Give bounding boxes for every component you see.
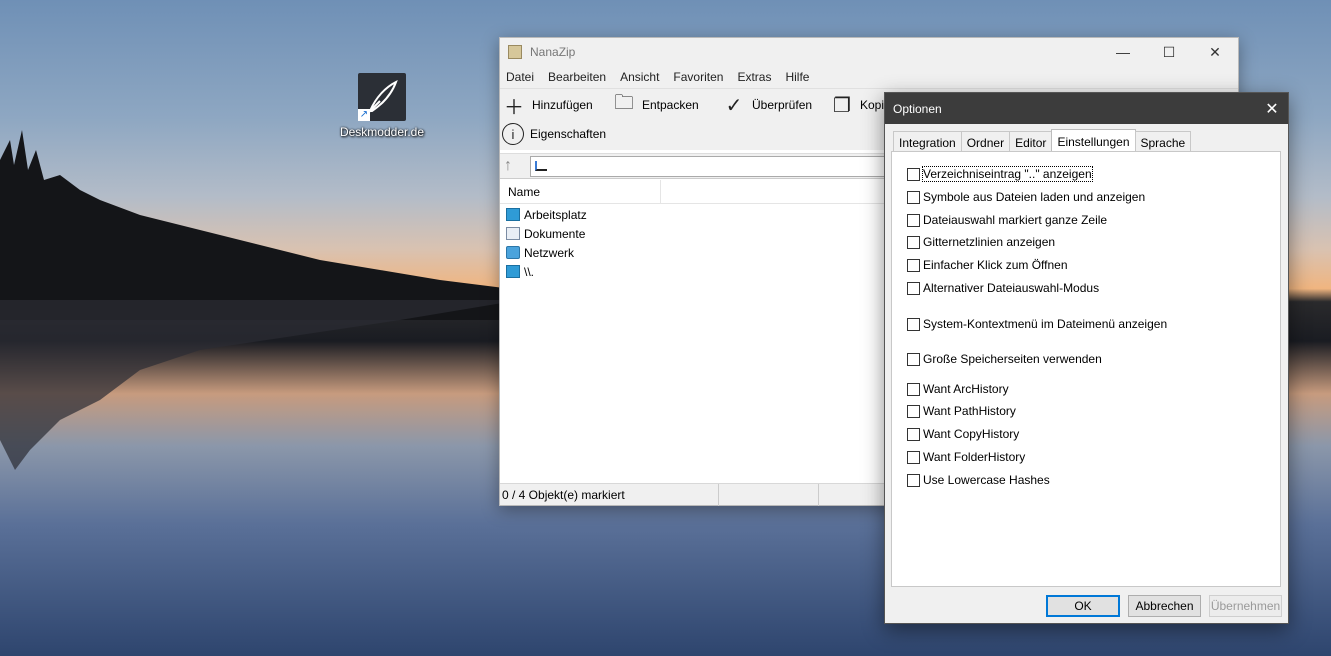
network-icon <box>506 246 520 259</box>
checkbox[interactable] <box>907 450 920 464</box>
list-item[interactable]: \\. <box>506 262 587 281</box>
desktop-shortcut-deskmodder[interactable]: ↗ Deskmodder.de <box>336 73 428 139</box>
checkbox-full-row-select[interactable]: Dateiauswahl markiert ganze Zeile <box>907 213 1107 227</box>
list-item[interactable]: Arbeitsplatz <box>506 205 587 224</box>
checkbox-large-pages[interactable]: Große Speicherseiten verwenden <box>907 352 1102 366</box>
tab-sprache[interactable]: Sprache <box>1134 131 1192 152</box>
apply-button[interactable]: Übernehmen <box>1209 595 1282 617</box>
maximize-button[interactable]: ☐ <box>1146 44 1192 61</box>
checkbox-parent-dir[interactable]: Verzeichniseintrag ".." anzeigen <box>907 166 1093 182</box>
info-icon: i <box>502 123 524 145</box>
column-name[interactable]: Name <box>508 185 540 199</box>
checkbox[interactable] <box>907 317 920 331</box>
add-button[interactable]: ＋ Hinzufügen <box>502 93 593 119</box>
plus-icon: ＋ <box>504 96 524 119</box>
status-divider <box>818 484 819 506</box>
dialog-title: Optionen <box>893 101 942 116</box>
checkbox-grid-lines[interactable]: Gitternetzlinien anzeigen <box>907 235 1055 249</box>
checkbox-copy-history[interactable]: Want CopyHistory <box>907 427 1019 441</box>
copy-icon: ❐ <box>833 94 851 117</box>
selection-status: 0 / 4 Objekt(e) markiert <box>502 488 625 502</box>
checkbox[interactable] <box>907 167 920 181</box>
test-button[interactable]: ✓ Überprüfen <box>722 93 812 117</box>
copy-button[interactable]: ❐ Kopie <box>830 93 891 117</box>
list-view-icon <box>535 161 547 171</box>
list-item[interactable]: Netzwerk <box>506 243 587 262</box>
menu-datei[interactable]: Datei <box>506 70 534 84</box>
checkbox[interactable] <box>907 382 920 396</box>
properties-button[interactable]: i Eigenschaften <box>502 123 606 145</box>
menu-bearbeiten[interactable]: Bearbeiten <box>548 70 606 84</box>
checkbox[interactable] <box>907 190 920 204</box>
tab-einstellungen[interactable]: Einstellungen <box>1051 129 1136 152</box>
checkbox-folder-history[interactable]: Want FolderHistory <box>907 450 1025 464</box>
computer-icon <box>506 208 520 221</box>
list-item[interactable]: Dokumente <box>506 224 587 243</box>
shortcut-arrow-icon: ↗ <box>358 109 370 121</box>
column-separator[interactable] <box>660 180 661 204</box>
checkbox-single-click[interactable]: Einfacher Klick zum Öffnen <box>907 258 1068 272</box>
forest-silhouette <box>0 130 520 320</box>
checkbox[interactable] <box>907 404 920 418</box>
computer-icon <box>506 265 520 278</box>
checkbox-show-icons[interactable]: Symbole aus Dateien laden und anzeigen <box>907 190 1145 204</box>
document-icon <box>506 227 520 240</box>
menu-hilfe[interactable]: Hilfe <box>785 70 809 84</box>
tab-ordner[interactable]: Ordner <box>960 131 1011 152</box>
menu-favoriten[interactable]: Favoriten <box>673 70 723 84</box>
lake-reflection <box>0 300 520 470</box>
file-list: Arbeitsplatz Dokumente Netzwerk \\. <box>506 205 587 281</box>
status-divider <box>718 484 719 506</box>
options-dialog: Optionen ✕ Integration Ordner Editor Ein… <box>884 92 1289 624</box>
checkbox[interactable] <box>907 281 920 295</box>
settings-panel: Verzeichniseintrag ".." anzeigen Symbole… <box>891 151 1281 587</box>
checkbox[interactable] <box>907 235 920 249</box>
checkbox-path-history[interactable]: Want PathHistory <box>907 404 1016 418</box>
dialog-close-button[interactable]: ✕ <box>1256 99 1288 119</box>
nanazip-app-icon <box>508 45 522 59</box>
menu-ansicht[interactable]: Ansicht <box>620 70 659 84</box>
dialog-titlebar[interactable]: Optionen ✕ <box>885 93 1288 124</box>
checkbox-arc-history[interactable]: Want ArcHistory <box>907 382 1009 396</box>
menu-extras[interactable]: Extras <box>737 70 771 84</box>
extract-button[interactable]: 🗀 Entpacken <box>612 92 699 117</box>
up-arrow-icon[interactable]: ↑ <box>504 157 522 175</box>
close-button[interactable]: ✕ <box>1192 44 1238 61</box>
tab-integration[interactable]: Integration <box>893 131 962 152</box>
desktop-icon-label: Deskmodder.de <box>339 125 425 139</box>
tab-strip: Integration Ordner Editor Einstellungen … <box>893 129 1192 152</box>
checkbox[interactable] <box>907 258 920 272</box>
checkbox[interactable] <box>907 213 920 227</box>
cancel-button[interactable]: Abbrechen <box>1128 595 1201 617</box>
ok-button[interactable]: OK <box>1046 595 1120 617</box>
minimize-button[interactable]: — <box>1100 44 1146 61</box>
nanazip-titlebar[interactable]: NanaZip — ☐ ✕ <box>500 38 1238 66</box>
checkbox[interactable] <box>907 352 920 366</box>
feather-icon: ↗ <box>358 73 406 121</box>
window-title: NanaZip <box>530 45 576 59</box>
menu-bar: Datei Bearbeiten Ansicht Favoriten Extra… <box>500 66 1238 88</box>
checkbox-system-context-menu[interactable]: System-Kontextmenü im Dateimenü anzeigen <box>907 317 1167 331</box>
tab-editor[interactable]: Editor <box>1009 131 1053 152</box>
folder-extract-icon: 🗀 <box>614 92 634 114</box>
checkbox[interactable] <box>907 473 920 487</box>
checkbox-lowercase-hashes[interactable]: Use Lowercase Hashes <box>907 473 1050 487</box>
checkmark-icon: ✓ <box>725 94 743 117</box>
checkbox-alt-select-mode[interactable]: Alternativer Dateiauswahl-Modus <box>907 281 1099 295</box>
checkbox[interactable] <box>907 427 920 441</box>
